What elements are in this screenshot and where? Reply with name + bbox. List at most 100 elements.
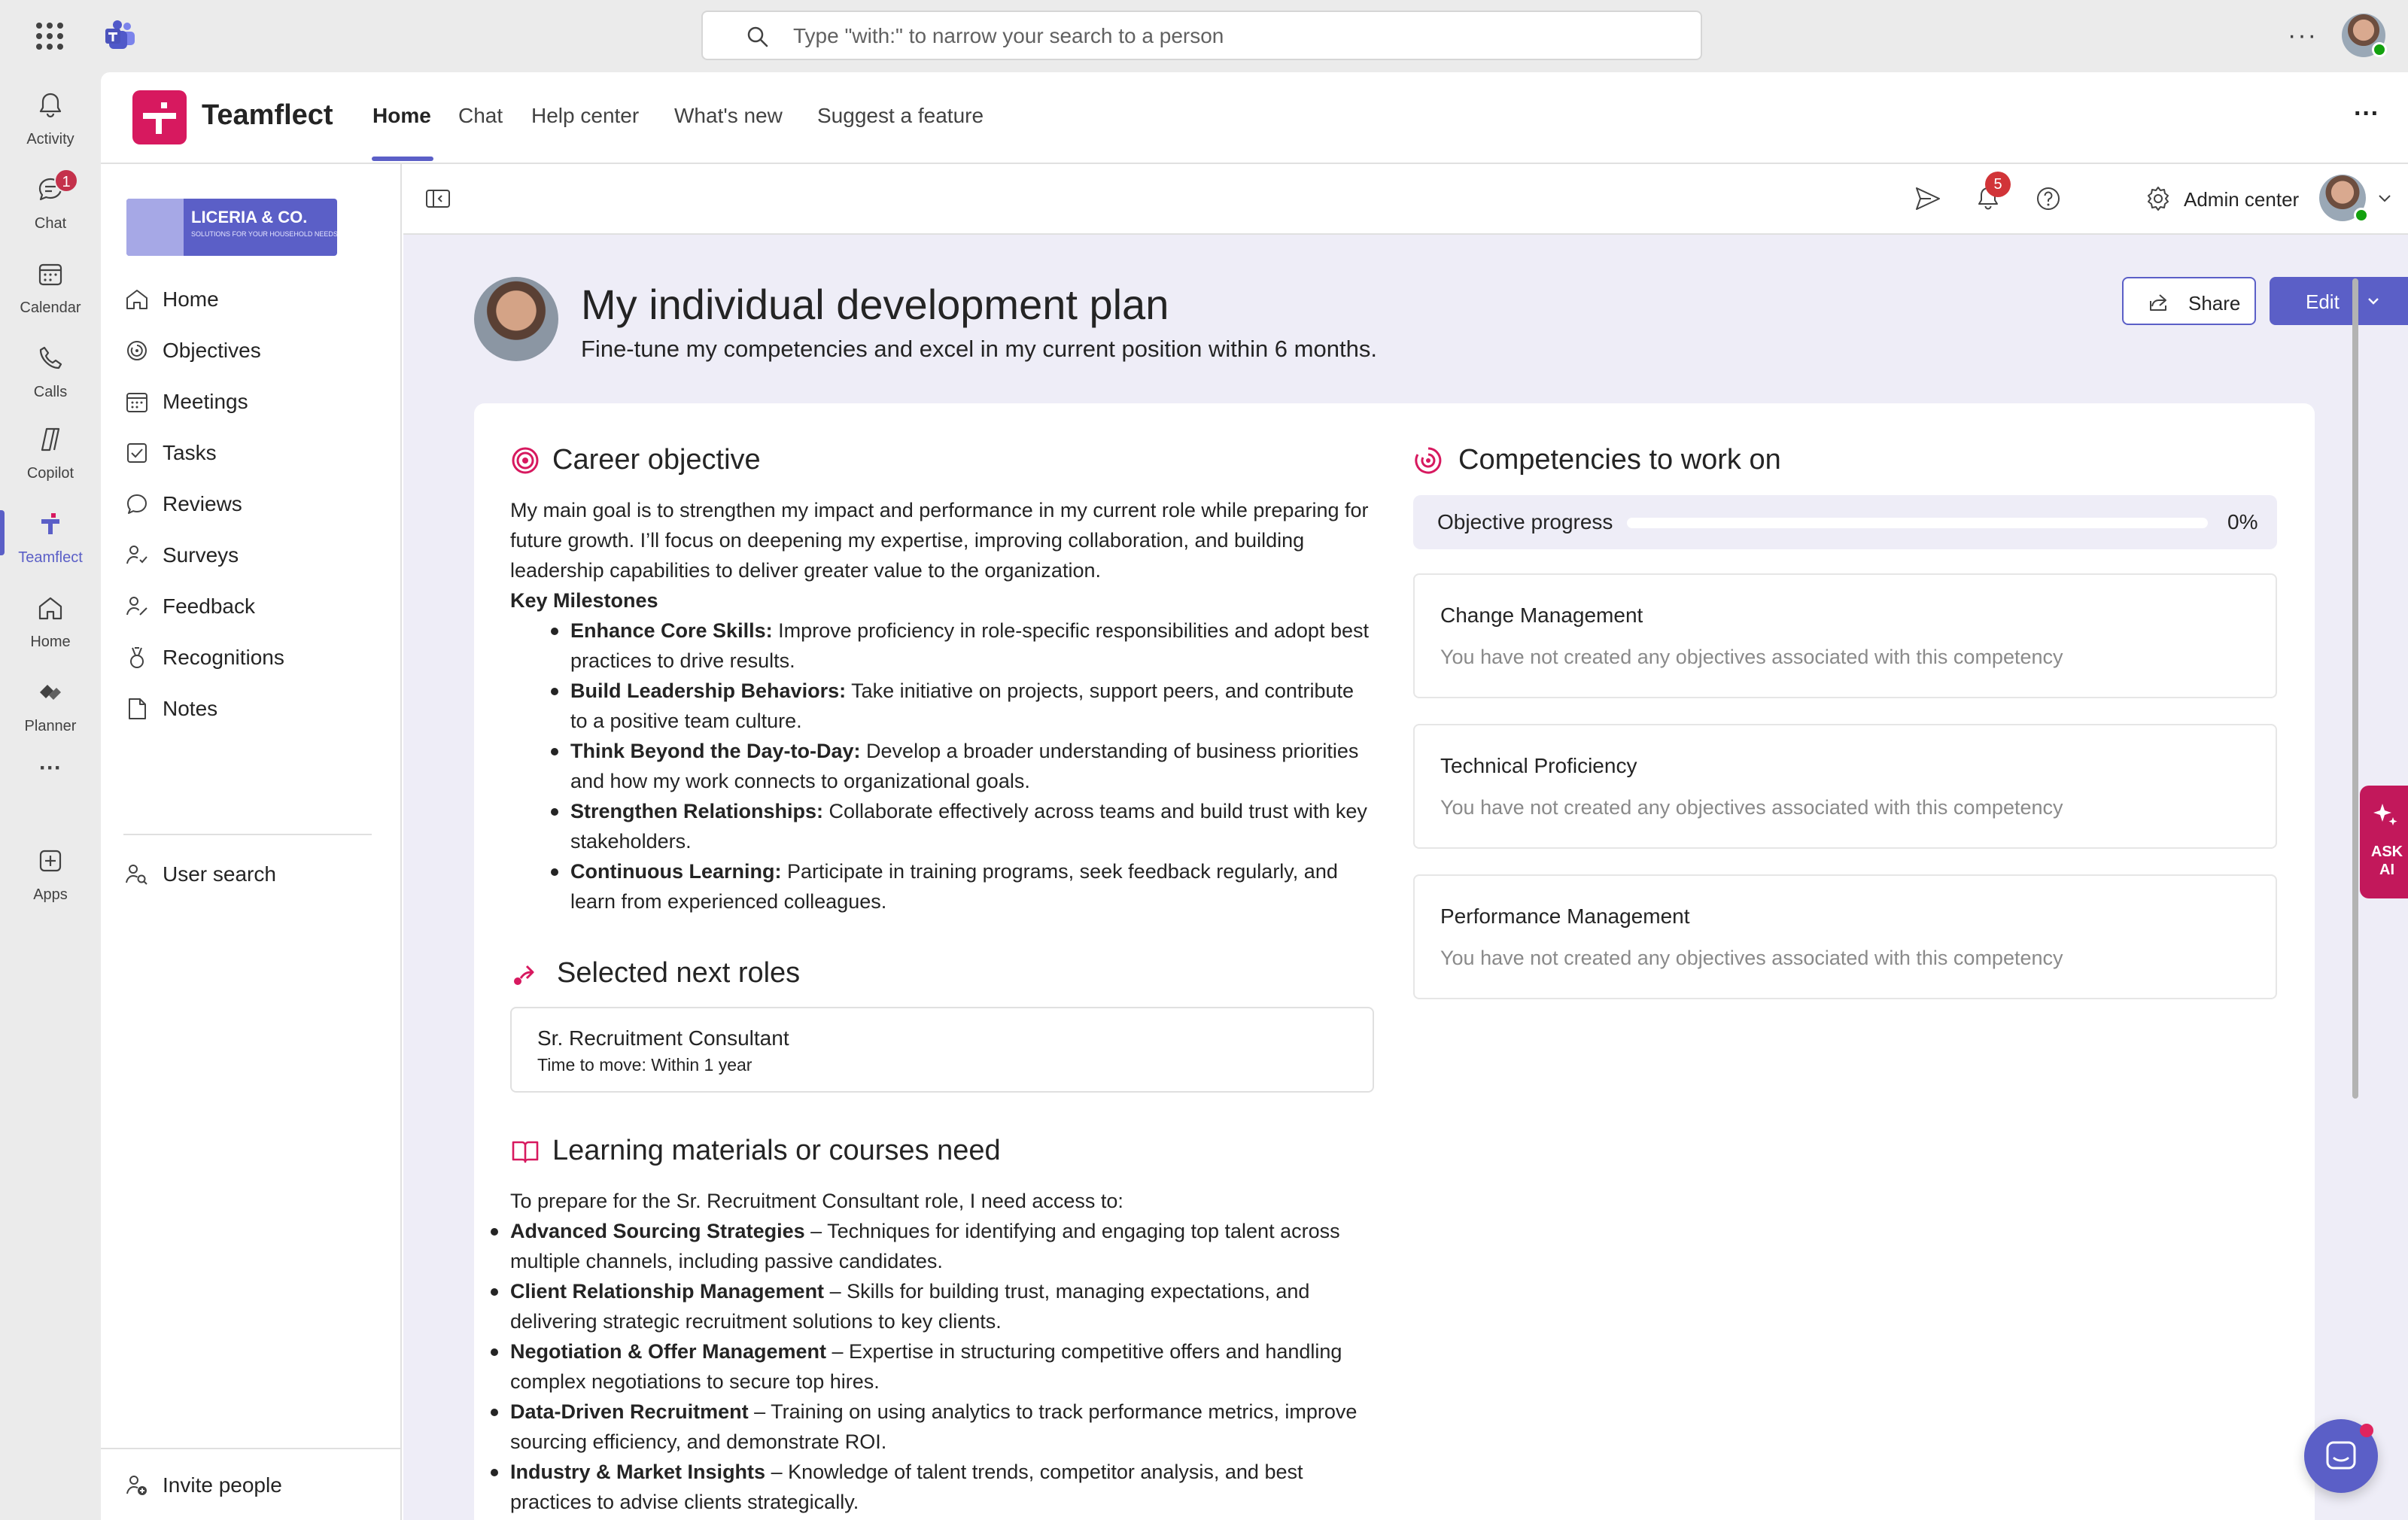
- rail-item-home[interactable]: Home: [0, 581, 101, 656]
- objectives-icon: [1415, 447, 1442, 474]
- invite-people-button[interactable]: Invite people: [123, 1463, 379, 1508]
- bell-icon: [39, 93, 62, 118]
- competency-name: Change Management: [1440, 603, 1643, 627]
- admin-center-link[interactable]: Admin center: [2184, 188, 2299, 211]
- progress-label: Objective progress: [1437, 510, 1613, 534]
- support-chat-button[interactable]: [2304, 1419, 2378, 1493]
- ask-ai-label: ASK AI: [2370, 844, 2403, 878]
- collapse-sidebar-icon[interactable]: [423, 184, 453, 214]
- sidebar-item-objectives[interactable]: Objectives: [123, 328, 379, 373]
- scrollbar-thumb[interactable]: [2352, 278, 2358, 1099]
- ask-ai-button[interactable]: ASK AI: [2360, 786, 2408, 898]
- rail-item-more[interactable]: ···: [0, 749, 101, 795]
- app-more-icon[interactable]: ···: [2354, 99, 2379, 129]
- sidebar-item-label: Notes: [163, 697, 218, 720]
- competency-card[interactable]: Performance Management You have not crea…: [1413, 874, 2277, 999]
- tab-whats-new[interactable]: What's new: [674, 104, 783, 128]
- gear-icon[interactable]: [2143, 184, 2173, 214]
- plan-card: Career objective My main goal is to stre…: [474, 403, 2315, 1520]
- search-box[interactable]: [701, 11, 1702, 60]
- sidebar-item-label: Surveys: [163, 543, 239, 567]
- presence-available-icon: [2372, 42, 2387, 57]
- rail-label: Teamflect: [18, 549, 83, 566]
- sidebar-item-label: User search: [163, 862, 276, 886]
- feedback-icon: [126, 597, 147, 616]
- help-icon[interactable]: [2033, 184, 2063, 214]
- tab-help-center[interactable]: Help center: [531, 104, 639, 128]
- rail-item-planner[interactable]: Planner: [0, 665, 101, 740]
- sidebar-item-home[interactable]: Home: [123, 277, 379, 322]
- sidebar-item-user-search[interactable]: User search: [123, 852, 379, 897]
- list-item: Industry & Market Insights – Knowledge o…: [491, 1457, 1376, 1517]
- tab-suggest-feature[interactable]: Suggest a feature: [817, 104, 984, 128]
- rail-label: Home: [30, 634, 71, 650]
- rail-item-apps[interactable]: Apps: [0, 834, 101, 909]
- sidebar-item-recognitions[interactable]: Recognitions: [123, 635, 379, 680]
- tab-home[interactable]: Home: [372, 104, 431, 128]
- edit-label: Edit: [2306, 290, 2340, 313]
- rail-item-teamflect[interactable]: Teamflect: [0, 497, 101, 572]
- teams-logo-icon[interactable]: [102, 18, 138, 54]
- home-icon: [126, 290, 147, 309]
- sidebar-item-feedback[interactable]: Feedback: [123, 584, 379, 629]
- teamflect-icon: [41, 513, 59, 534]
- message-icon: [2326, 1441, 2356, 1470]
- rail-label: Chat: [34, 215, 67, 232]
- objectives-icon: [127, 341, 147, 360]
- objective-progress: Objective progress 0%: [1413, 495, 2277, 549]
- sidebar-item-surveys[interactable]: Surveys: [123, 533, 379, 578]
- competency-name: Performance Management: [1440, 904, 1690, 928]
- rail-label: Calendar: [20, 299, 81, 316]
- book-icon: [512, 1141, 539, 1163]
- invite-person-icon: [126, 1476, 147, 1495]
- plan-header: My individual development plan Fine-tune…: [474, 277, 2355, 382]
- sparkle-icon: [2373, 804, 2397, 825]
- learning-intro: To prepare for the Sr. Recruitment Consu…: [510, 1190, 1123, 1212]
- sidebar-item-tasks[interactable]: Tasks: [123, 430, 379, 476]
- rail-label: Planner: [24, 718, 77, 734]
- role-name: Sr. Recruitment Consultant: [537, 1026, 789, 1050]
- app-launcher-icon[interactable]: [36, 23, 63, 50]
- competency-card[interactable]: Technical Proficiency You have not creat…: [1413, 724, 2277, 849]
- rail-item-chat[interactable]: 1 Chat: [0, 163, 101, 238]
- learning-list: Advanced Sourcing Strategies – Technique…: [491, 1216, 1376, 1517]
- next-roles-title: Selected next roles: [557, 957, 801, 989]
- rail-item-calendar[interactable]: Calendar: [0, 247, 101, 322]
- competency-card[interactable]: Change Management You have not created a…: [1413, 573, 2277, 698]
- target-icon: [512, 447, 539, 474]
- sidebar-item-label: Feedback: [163, 594, 255, 618]
- search-icon: [747, 26, 768, 47]
- sidebar-item-label: Reviews: [163, 492, 242, 515]
- phone-icon: [39, 346, 62, 369]
- next-role-card[interactable]: Sr. Recruitment Consultant Time to move:…: [510, 1007, 1374, 1093]
- sidebar-item-label: Recognitions: [163, 646, 284, 669]
- rail-item-copilot[interactable]: Copilot: [0, 412, 101, 488]
- chat-unread-badge: 1: [54, 169, 78, 193]
- share-button[interactable]: Share: [2122, 277, 2256, 325]
- settings-more-icon[interactable]: ···: [2288, 21, 2318, 50]
- rail-item-activity[interactable]: Activity: [0, 78, 101, 154]
- home-icon: [38, 597, 62, 620]
- progress-bar: [1627, 518, 2208, 528]
- tab-chat[interactable]: Chat: [458, 104, 503, 128]
- rail-label: Apps: [33, 886, 68, 903]
- calendar-icon: [38, 263, 62, 286]
- sidebar-item-meetings[interactable]: Meetings: [123, 379, 379, 424]
- rail-item-calls[interactable]: Calls: [0, 331, 101, 406]
- checkbox-icon: [127, 443, 147, 463]
- send-icon[interactable]: [1913, 184, 1943, 214]
- content-toolbar: 5 Admin center: [403, 164, 2408, 235]
- sidebar-divider: [123, 834, 372, 835]
- sidebar-bottom-divider: [101, 1448, 402, 1449]
- sidebar-item-notes[interactable]: Notes: [123, 686, 379, 731]
- sidebar-item-reviews[interactable]: Reviews: [123, 482, 379, 527]
- planner-icon: [40, 685, 61, 700]
- list-item: Advanced Sourcing Strategies – Technique…: [491, 1216, 1376, 1276]
- list-item: Strengthen Relationships: Collaborate ef…: [551, 796, 1376, 856]
- top-bar: ···: [0, 0, 2408, 72]
- share-icon: [2150, 294, 2166, 311]
- edit-button[interactable]: Edit: [2270, 277, 2408, 325]
- competency-name: Technical Proficiency: [1440, 754, 1637, 777]
- chevron-down-icon[interactable]: [2373, 187, 2396, 209]
- search-input[interactable]: [793, 20, 1659, 53]
